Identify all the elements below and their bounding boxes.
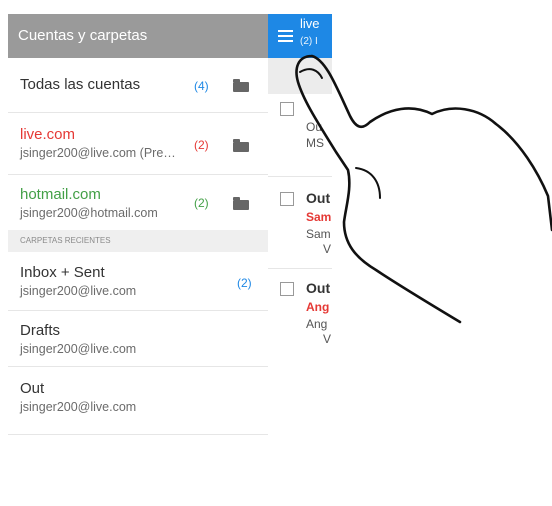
account-all[interactable]: Todas las cuentas (4) (8, 58, 268, 113)
account-email: jsinger200@hotmail.com (20, 206, 158, 220)
message-preview: V (323, 332, 332, 346)
message-subject: Out (306, 280, 331, 296)
account-email: jsinger200@live.com (Pre… (20, 146, 176, 160)
app-bar: live (2) I (268, 14, 332, 58)
unread-count: (2) (237, 276, 252, 290)
folder-drafts[interactable]: Drafts jsinger200@live.com (8, 310, 268, 367)
folder-account: jsinger200@live.com (20, 284, 137, 298)
folder-out[interactable]: Out jsinger200@live.com (8, 366, 268, 435)
folder-icon[interactable] (233, 79, 249, 92)
section-recent-folders: CARPETAS RECIENTES (8, 230, 268, 252)
message-line: MS (306, 136, 324, 150)
message-line: Ou (306, 120, 323, 134)
menu-icon[interactable] (278, 30, 293, 45)
account-name: live (300, 16, 320, 31)
divider (268, 268, 332, 269)
account-unread: (2) I (300, 36, 318, 47)
message-sender: Ang (306, 300, 330, 314)
unread-count: (2) (194, 138, 209, 152)
filter-band (268, 58, 332, 94)
checkbox-icon[interactable] (280, 102, 294, 116)
checkbox-icon[interactable] (280, 192, 294, 206)
message-preview: Ang (306, 317, 328, 331)
drawer-header: Cuentas y carpetas (8, 14, 268, 58)
folder-icon[interactable] (233, 197, 249, 210)
account-live[interactable]: live.com jsinger200@live.com (Pre… (2) (8, 112, 268, 175)
folder-title: Drafts (20, 322, 61, 339)
folder-title: Inbox + Sent (20, 264, 105, 281)
message-sender: Sam (306, 210, 332, 224)
message-subject: Out (306, 190, 331, 206)
checkbox-icon[interactable] (280, 282, 294, 296)
account-title: Todas las cuentas (20, 76, 141, 93)
unread-count: (2) (194, 196, 209, 210)
folder-title: Out (20, 380, 45, 397)
message-preview: V (323, 242, 332, 256)
folder-account: jsinger200@live.com (20, 342, 137, 356)
account-hotmail[interactable]: hotmail.com jsinger200@hotmail.com (2) (8, 174, 268, 230)
folder-inbox-sent[interactable]: Inbox + Sent jsinger200@live.com (2) (8, 252, 268, 311)
unread-count: (4) (194, 79, 209, 93)
message-preview: Sam (306, 227, 331, 241)
phone-screen: Cuentas y carpetas Todas las cuentas (4)… (8, 14, 332, 506)
accounts-folders-drawer: Cuentas y carpetas Todas las cuentas (4)… (8, 14, 269, 506)
mail-list-panel: live (2) I Ou MS Out Sam Sam V Out Ang A… (268, 14, 332, 506)
folder-account: jsinger200@live.com (20, 400, 137, 414)
folder-icon[interactable] (233, 139, 249, 152)
divider (268, 176, 332, 177)
account-title: hotmail.com (20, 186, 101, 203)
account-title: live.com (20, 126, 76, 143)
